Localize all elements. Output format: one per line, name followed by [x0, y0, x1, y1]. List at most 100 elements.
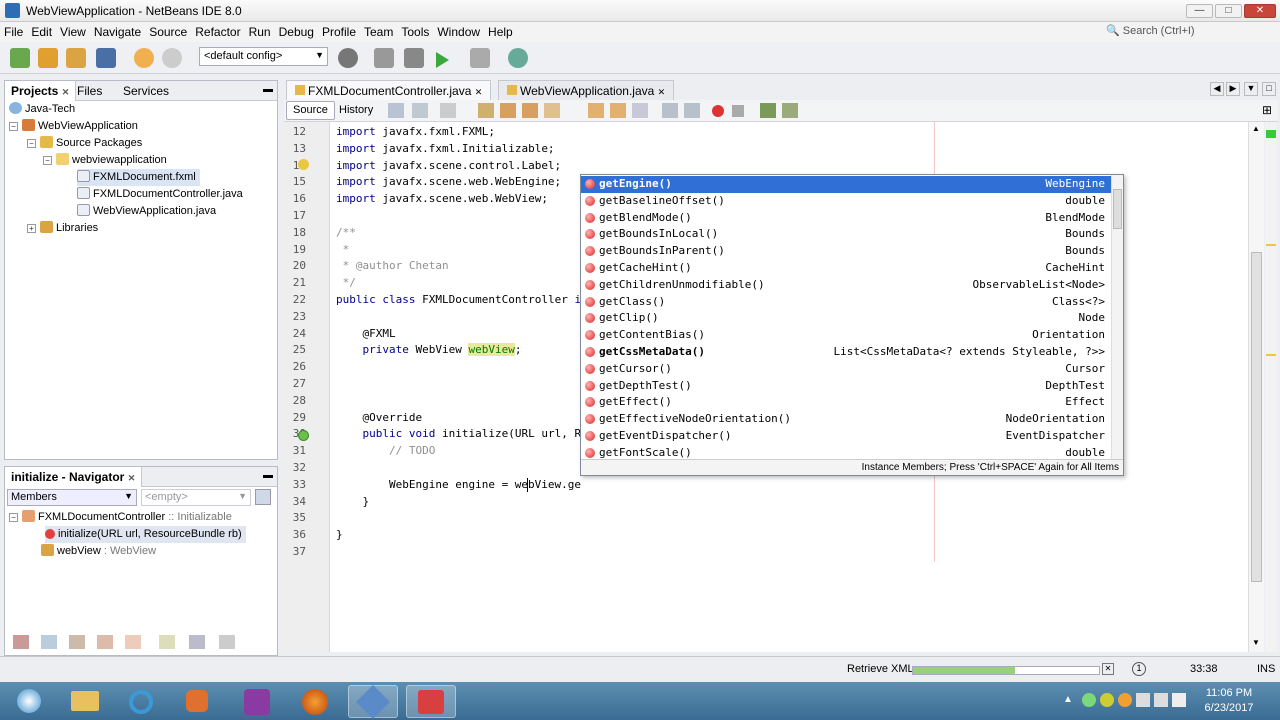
- code-line[interactable]: WebEngine engine = webView.ge: [336, 478, 581, 491]
- tray-app-icon[interactable]: [1082, 693, 1096, 707]
- back-icon[interactable]: [412, 103, 428, 118]
- media-player-icon[interactable]: [172, 685, 222, 718]
- build-icon[interactable]: [374, 48, 394, 68]
- completion-item[interactable]: getEngine() WebEngine: [581, 176, 1111, 193]
- scroll-tabs-right-icon[interactable]: ▶: [1226, 82, 1240, 96]
- toggle-bookmark-icon[interactable]: [632, 103, 648, 118]
- sort-source-icon[interactable]: [219, 635, 235, 649]
- maximize-editor-icon[interactable]: □: [1262, 82, 1276, 96]
- menu-source[interactable]: Source: [145, 22, 191, 39]
- code-line[interactable]: // TODO: [336, 444, 435, 457]
- close-icon[interactable]: ✕: [658, 87, 666, 97]
- completion-item[interactable]: getEffectiveNodeOrientation() NodeOrienta…: [581, 411, 1111, 428]
- tree-item-libraries[interactable]: + Libraries: [27, 220, 98, 237]
- sort-name-icon[interactable]: [189, 635, 205, 649]
- start-macro-icon[interactable]: [712, 105, 724, 117]
- tab-list-icon[interactable]: ▼: [1244, 82, 1258, 96]
- menu-tools[interactable]: Tools: [397, 22, 433, 39]
- tree-item-fxml[interactable]: FXMLDocument.fxml: [77, 169, 200, 186]
- code-line[interactable]: */: [336, 276, 356, 289]
- last-edit-icon[interactable]: [388, 103, 404, 118]
- clean-build-icon[interactable]: [404, 48, 424, 68]
- completion-item[interactable]: getCacheHint() CacheHint: [581, 260, 1111, 277]
- code-line[interactable]: import javafx.scene.control.Label;: [336, 159, 561, 172]
- config-select[interactable]: <default config> ▼: [199, 47, 328, 66]
- scrollbar-thumb[interactable]: [1251, 252, 1262, 582]
- completion-item[interactable]: getCursor() Cursor: [581, 361, 1111, 378]
- find-next-icon[interactable]: [522, 103, 538, 118]
- file-explorer-icon[interactable]: [60, 685, 110, 718]
- code-line[interactable]: import javafx.fxml.Initializable;: [336, 142, 555, 155]
- completion-scrollbar[interactable]: [1111, 175, 1123, 459]
- menu-file[interactable]: File: [0, 22, 27, 39]
- filter-inherited-icon[interactable]: [97, 635, 113, 649]
- find-previous-icon[interactable]: [500, 103, 516, 118]
- code-line[interactable]: }: [336, 528, 343, 541]
- new-project-icon[interactable]: [38, 48, 58, 68]
- code-line[interactable]: }: [336, 495, 369, 508]
- navigator-field-node[interactable]: webView : WebView: [41, 543, 156, 560]
- tab-files[interactable]: Files: [71, 81, 108, 101]
- tab-application-java[interactable]: WebViewApplication.java ✕: [498, 80, 675, 100]
- tree-item-source-packages[interactable]: − Source Packages: [27, 135, 142, 152]
- empty-filter-select[interactable]: <empty> ▼: [141, 489, 251, 506]
- minimize-panel-icon[interactable]: ▬: [257, 467, 279, 487]
- previous-bookmark-icon[interactable]: [588, 103, 604, 118]
- tab-projects[interactable]: Projects ✕: [5, 81, 77, 101]
- code-line[interactable]: import javafx.fxml.FXML;: [336, 125, 495, 138]
- editor-scrollbar[interactable]: ▲ ▼: [1248, 122, 1264, 652]
- completion-item[interactable]: getBaselineOffset() double: [581, 193, 1111, 210]
- code-line[interactable]: /**: [336, 226, 356, 239]
- debug-icon[interactable]: [470, 48, 490, 68]
- menu-window[interactable]: Window: [433, 22, 484, 39]
- taskbar-clock[interactable]: 11:06 PM 6/23/2017: [1196, 686, 1262, 716]
- search-input[interactable]: 🔍 Search (Ctrl+I): [1102, 22, 1272, 40]
- save-all-icon[interactable]: [96, 48, 116, 68]
- split-editor-icon[interactable]: ⊞: [1260, 103, 1274, 117]
- code-line[interactable]: @Override: [336, 411, 422, 424]
- profile-icon[interactable]: [508, 48, 528, 68]
- uncomment-icon[interactable]: [782, 103, 798, 118]
- navigator-class-node[interactable]: − FXMLDocumentController :: Initializable: [9, 509, 232, 526]
- tab-controller-java[interactable]: FXMLDocumentController.java ✕: [286, 80, 492, 100]
- windows-start-icon[interactable]: [4, 685, 54, 718]
- tree-item-application[interactable]: WebViewApplication.java: [77, 203, 216, 220]
- code-line[interactable]: private WebView webView;: [336, 343, 521, 357]
- source-button[interactable]: Source: [286, 101, 335, 120]
- find-icon[interactable]: [478, 103, 494, 118]
- ccleaner-icon[interactable]: [406, 685, 456, 718]
- tray-app-icon[interactable]: [1118, 693, 1132, 707]
- tree-item-controller[interactable]: FXMLDocumentController.java: [77, 186, 243, 203]
- minimize-panel-icon[interactable]: ▬: [257, 81, 279, 101]
- lightbulb-icon[interactable]: [298, 159, 309, 170]
- filter-inner-icon[interactable]: [125, 635, 141, 649]
- menu-team[interactable]: Team: [360, 22, 397, 39]
- sort-icon[interactable]: [159, 635, 175, 649]
- teams-icon[interactable]: [232, 685, 282, 718]
- override-icon[interactable]: [298, 430, 309, 441]
- stop-macro-icon[interactable]: [732, 105, 744, 117]
- members-filter-select[interactable]: Members ▼: [7, 489, 137, 506]
- tray-app-icon[interactable]: [1100, 693, 1114, 707]
- expand-icon[interactable]: +: [27, 224, 36, 233]
- warning-marker[interactable]: [1266, 354, 1276, 356]
- code-line[interactable]: import javafx.scene.web.WebView;: [336, 192, 548, 205]
- close-button[interactable]: ✕: [1244, 4, 1276, 18]
- filter-static-icon[interactable]: [41, 635, 57, 649]
- toggle-highlight-icon[interactable]: [544, 103, 560, 118]
- scroll-down-icon[interactable]: ▼: [1252, 638, 1260, 647]
- code-line[interactable]: import javafx.scene.web.WebEngine;: [336, 175, 561, 188]
- navigator-method-node[interactable]: initialize(URL url, ResourceBundle rb): [45, 526, 246, 543]
- menu-run[interactable]: Run: [245, 22, 275, 39]
- shift-right-icon[interactable]: [684, 103, 700, 118]
- completion-item[interactable]: getClip() Node: [581, 310, 1111, 327]
- completion-item[interactable]: getCssMetaData() List<CssMetaData<? exten…: [581, 344, 1111, 361]
- comment-icon[interactable]: [760, 103, 776, 118]
- minimize-button[interactable]: —: [1186, 4, 1213, 18]
- collapse-icon[interactable]: −: [43, 156, 52, 165]
- completion-item[interactable]: getDepthTest() DepthTest: [581, 378, 1111, 395]
- scroll-up-icon[interactable]: ▲: [1252, 124, 1260, 133]
- notifications-icon[interactable]: 1: [1132, 662, 1146, 676]
- firefox-icon[interactable]: [290, 685, 340, 718]
- completion-item[interactable]: getChildrenUnmodifiable() ObservableList<…: [581, 277, 1111, 294]
